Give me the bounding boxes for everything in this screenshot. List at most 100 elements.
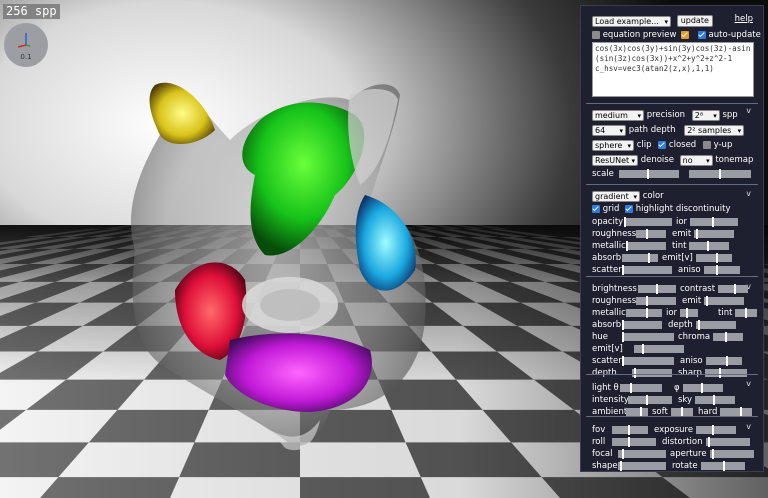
- samples-select[interactable]: 2² samples ▾: [684, 124, 745, 136]
- tint-slider[interactable]: [689, 241, 730, 251]
- scatter-slider[interactable]: [622, 356, 674, 366]
- phi-slider[interactable]: [682, 383, 723, 393]
- distortion-label: distortion: [662, 437, 703, 447]
- precision-select[interactable]: medium ▾: [592, 109, 644, 121]
- equation-preview-indicator: [681, 31, 690, 39]
- tonemap-select[interactable]: no ▾: [679, 154, 713, 166]
- divider: [586, 416, 758, 417]
- sky-slider[interactable]: [695, 395, 736, 405]
- chevron-down-icon: ▾: [619, 126, 623, 135]
- metallic-slider[interactable]: [626, 308, 662, 318]
- absorb-slider[interactable]: [622, 320, 662, 330]
- absorb-label: absorb: [592, 320, 622, 330]
- emit-label: emit: [672, 229, 692, 239]
- orientation-gizmo[interactable]: 0.1: [4, 23, 48, 67]
- focal-label: focal: [592, 449, 613, 459]
- collapse-render-toggle[interactable]: v: [746, 106, 751, 115]
- roll-slider[interactable]: [612, 437, 656, 447]
- hue-slider[interactable]: [622, 332, 674, 342]
- roughness-label: roughness: [592, 296, 637, 306]
- opacity-slider[interactable]: [624, 217, 672, 227]
- spp-value: 2⁸: [694, 110, 704, 120]
- bg-tint-slider[interactable]: [735, 308, 758, 318]
- ior-slider[interactable]: [680, 308, 699, 318]
- chevron-down-icon: ▾: [631, 156, 635, 165]
- sky-label: sky: [678, 395, 693, 405]
- denoise-select[interactable]: ResUNet ▾: [592, 154, 638, 166]
- aperture-slider[interactable]: [709, 449, 754, 459]
- aniso-slider[interactable]: [705, 356, 742, 366]
- chroma-slider[interactable]: [713, 332, 744, 342]
- tint-label: tint: [672, 241, 687, 251]
- theta-label: light θ: [592, 383, 619, 393]
- roughness-slider[interactable]: [636, 296, 676, 306]
- equation-preview-label: equation preview: [602, 30, 677, 40]
- path-depth-value: 64: [595, 125, 606, 135]
- equation-textarea[interactable]: cos(3x)cos(3y)+sin(3y)cos(3z)-asin(sin(3…: [592, 42, 754, 97]
- chevron-down-icon: ▾: [713, 111, 717, 120]
- collapse-material-toggle[interactable]: v: [746, 189, 751, 198]
- contrast-slider[interactable]: [718, 284, 749, 294]
- help-link[interactable]: help: [735, 14, 753, 24]
- clip-select[interactable]: sphere ▾: [592, 139, 634, 151]
- color-mode-select[interactable]: gradient ▾: [592, 190, 640, 202]
- depth-label: depth: [668, 320, 693, 330]
- update-button[interactable]: update: [676, 15, 713, 27]
- denoise-label: denoise: [640, 155, 674, 165]
- spp-select[interactable]: 2⁸ ▾: [691, 109, 720, 121]
- scale-slider-a[interactable]: [618, 169, 679, 179]
- chroma-label: chroma: [678, 332, 711, 342]
- emitv-label: emit[v]: [592, 344, 623, 354]
- ior-slider[interactable]: [690, 217, 739, 227]
- path-depth-label: path depth: [628, 125, 676, 135]
- roughness-slider[interactable]: [636, 229, 666, 239]
- emitv-slider[interactable]: [695, 253, 732, 263]
- aniso-label: aniso: [680, 356, 703, 366]
- grid-label: grid: [602, 204, 620, 214]
- collapse-light-toggle[interactable]: v: [746, 379, 751, 388]
- theta-slider[interactable]: [620, 383, 662, 393]
- depth2-slider[interactable]: [632, 368, 672, 378]
- precision-label: precision: [646, 110, 686, 120]
- metallic-slider[interactable]: [626, 241, 666, 251]
- fov-label: fov: [592, 425, 606, 435]
- auto-update-checkbox[interactable]: [697, 31, 706, 39]
- intensity-label: intensity: [592, 395, 629, 405]
- sharp-slider[interactable]: [704, 368, 747, 378]
- brightness-slider[interactable]: [638, 284, 676, 294]
- depth2-label: depth: [592, 368, 617, 378]
- emit-slider[interactable]: [694, 229, 735, 239]
- ambient-slider[interactable]: [626, 407, 648, 417]
- aniso-slider[interactable]: [703, 265, 740, 275]
- emit-slider[interactable]: [704, 296, 745, 306]
- rotate-slider[interactable]: [700, 461, 745, 471]
- focal-slider[interactable]: [618, 449, 666, 459]
- shape-label: shape: [592, 461, 618, 471]
- hard-slider[interactable]: [720, 407, 753, 417]
- collapse-camera-toggle[interactable]: v: [746, 422, 751, 431]
- aniso-label: aniso: [678, 265, 701, 275]
- distortion-slider[interactable]: [705, 437, 750, 447]
- soft-slider[interactable]: [670, 407, 693, 417]
- scatter-slider[interactable]: [622, 265, 672, 275]
- scale-slider-b[interactable]: [689, 169, 752, 179]
- fov-slider[interactable]: [612, 425, 648, 435]
- shape-slider[interactable]: [618, 461, 666, 471]
- divider: [586, 374, 758, 375]
- y-up-checkbox[interactable]: [702, 141, 711, 149]
- path-depth-select[interactable]: 64 ▾: [592, 124, 626, 136]
- intensity-slider[interactable]: [628, 395, 672, 405]
- grid-checkbox[interactable]: [592, 205, 600, 213]
- equation-preview-checkbox[interactable]: [592, 31, 600, 39]
- exposure-slider[interactable]: [696, 425, 737, 435]
- chevron-down-icon: ▾: [706, 156, 710, 165]
- metallic-label: metallic: [592, 308, 626, 318]
- load-example-select[interactable]: Load example... ▾: [592, 15, 671, 27]
- zoom-level: 0.1: [20, 53, 32, 61]
- depth-slider[interactable]: [695, 320, 736, 330]
- closed-checkbox[interactable]: [658, 141, 667, 149]
- absorb-slider[interactable]: [622, 253, 658, 263]
- highlight-discontinuity-checkbox[interactable]: [625, 205, 634, 213]
- chevron-down-icon: ▾: [737, 126, 742, 135]
- emitv-slider[interactable]: [634, 344, 684, 354]
